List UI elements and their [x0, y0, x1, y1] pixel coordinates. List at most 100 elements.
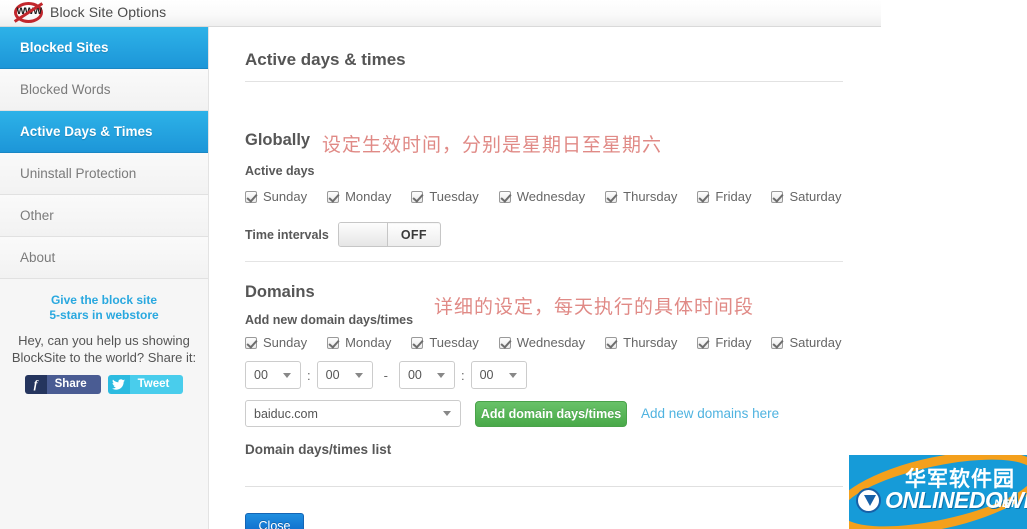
day-label: Wednesday — [516, 335, 586, 350]
sidebar-item-about[interactable]: About — [0, 237, 208, 279]
blocked-www-icon: WWW — [13, 1, 45, 25]
day-checkbox-saturday[interactable]: Saturday — [771, 189, 842, 204]
day-label: Tuesday — [429, 189, 479, 204]
to-minute-select[interactable]: 00 — [470, 361, 527, 389]
section-divider-2 — [245, 486, 843, 487]
checkbox-icon[interactable] — [605, 190, 618, 203]
section-divider-1 — [245, 261, 843, 262]
domain-day-checkbox-saturday[interactable]: Saturday — [771, 335, 842, 350]
sidebar-item-blocked-words[interactable]: Blocked Words — [0, 69, 208, 111]
sidebar-item-other[interactable]: Other — [0, 195, 208, 237]
toggle-state-label: OFF — [400, 227, 427, 242]
checkbox-icon[interactable] — [771, 190, 784, 203]
chevron-down-icon — [354, 372, 363, 378]
checkbox-icon[interactable] — [697, 336, 710, 349]
twitter-tweet-button[interactable]: Tweet — [107, 375, 184, 394]
domain-day-checkbox-wednesday[interactable]: Wednesday — [498, 335, 586, 350]
checkbox-icon[interactable] — [411, 190, 424, 203]
to-hour-value: 00 — [407, 368, 422, 382]
from-hour-select[interactable]: 00 — [245, 361, 301, 389]
domain-day-checkbox-monday[interactable]: Monday — [327, 335, 391, 350]
domain-select-value: baiduc.com — [254, 406, 318, 421]
checkbox-icon[interactable] — [498, 190, 511, 203]
rate-link-line-1: Give the block site — [50, 293, 158, 307]
sidebar-item-uninstall-protection[interactable]: Uninstall Protection — [0, 153, 208, 195]
domain-day-checkbox-tuesday[interactable]: Tuesday — [411, 335, 479, 350]
day-label: Saturday — [789, 189, 842, 204]
facebook-icon: f — [24, 375, 47, 394]
domain-select[interactable]: baiduc.com — [245, 400, 461, 427]
annotation-domains: 详细的设定，每天执行的具体时间段 — [434, 296, 755, 318]
rate-link-line-2: 5-stars in webstore — [49, 308, 159, 322]
checkbox-icon[interactable] — [327, 190, 340, 203]
checkbox-icon[interactable] — [605, 336, 618, 349]
day-checkbox-thursday[interactable]: Thursday — [605, 189, 677, 204]
toggle-knob[interactable] — [338, 223, 388, 246]
checkbox-icon[interactable] — [411, 336, 424, 349]
add-new-domains-link[interactable]: Add new domains here — [641, 406, 779, 421]
content-panel: Active days & times Globally 设定生效时间，分别是星… — [210, 27, 881, 529]
day-label: Sunday — [263, 335, 308, 350]
from-minute-select[interactable]: 00 — [316, 361, 373, 389]
facebook-share-button[interactable]: f Share — [24, 375, 101, 394]
day-checkbox-sunday[interactable]: Sunday — [245, 189, 307, 204]
day-label: Friday — [715, 335, 752, 350]
checkbox-icon[interactable] — [498, 336, 511, 349]
day-checkbox-tuesday[interactable]: Tuesday — [411, 189, 479, 204]
domains-heading: Domains — [245, 283, 315, 301]
sidebar-item-blocked-sites[interactable]: Blocked Sites — [0, 27, 208, 69]
chevron-down-icon — [443, 411, 451, 416]
domain-day-checkbox-thursday[interactable]: Thursday — [605, 335, 677, 350]
domain-day-checkbox-sunday[interactable]: Sunday — [245, 335, 307, 350]
to-hour-select[interactable]: 00 — [398, 361, 455, 389]
facebook-share-label: Share — [46, 375, 101, 394]
checkbox-icon[interactable] — [245, 336, 257, 349]
checkbox-icon[interactable] — [245, 190, 257, 203]
day-checkbox-wednesday[interactable]: Wednesday — [498, 189, 585, 204]
sidebar: Blocked Sites Blocked Words Active Days … — [0, 27, 209, 529]
checkbox-icon[interactable] — [327, 336, 340, 349]
sidebar-item-label: Blocked Sites — [20, 40, 109, 55]
day-checkbox-friday[interactable]: Friday — [697, 189, 751, 204]
sidebar-item-label: About — [20, 250, 56, 265]
day-label: Friday — [715, 189, 752, 204]
share-buttons: f Share Tweet — [10, 375, 198, 394]
domain-list-heading: Domain days/times list — [245, 442, 392, 457]
day-label: Sunday — [263, 189, 308, 204]
active-days-label: Active days — [245, 164, 315, 178]
time-colon-1: : — [307, 367, 311, 383]
checkbox-icon[interactable] — [697, 190, 710, 203]
close-button[interactable]: Close — [245, 513, 304, 529]
sidebar-item-active-days-times[interactable]: Active Days & Times — [0, 111, 208, 153]
title-divider — [245, 81, 843, 82]
global-day-checkbox-group: Sunday Monday Tuesday Wednesday Thursday… — [245, 189, 842, 204]
day-label: Saturday — [789, 335, 842, 350]
domain-day-checkbox-group: Sunday Monday Tuesday Wednesday Thursday… — [245, 335, 842, 350]
options-window: WWW Block Site Options Blocked Sites Blo… — [0, 0, 881, 529]
checkbox-icon[interactable] — [771, 336, 784, 349]
twitter-tweet-label: Tweet — [129, 375, 184, 394]
day-label: Monday — [345, 189, 392, 204]
to-minute-value: 00 — [479, 368, 494, 382]
promo-text: Hey, can you help us showing BlockSite t… — [11, 333, 197, 365]
page-title: Block Site Options — [50, 4, 167, 20]
day-label: Thursday — [623, 189, 678, 204]
add-domain-days-times-button[interactable]: Add domain days/times — [475, 400, 627, 427]
rate-webstore-link[interactable]: Give the block site 5-stars in webstore — [10, 293, 198, 323]
window-header: WWW Block Site Options — [0, 0, 881, 27]
day-label: Tuesday — [429, 335, 479, 350]
sidebar-item-label: Active Days & Times — [20, 124, 153, 139]
globally-heading: Globally — [245, 131, 311, 149]
domain-day-checkbox-friday[interactable]: Friday — [697, 335, 751, 350]
time-range-dash: - — [383, 367, 388, 383]
domain-selection-row: baiduc.com Add domain days/times Add new… — [245, 400, 779, 427]
time-intervals-toggle[interactable]: OFF — [337, 222, 441, 247]
day-checkbox-monday[interactable]: Monday — [327, 189, 391, 204]
content-title: Active days & times — [245, 50, 406, 69]
time-intervals-label: Time intervals — [245, 227, 329, 242]
sidebar-item-label: Other — [20, 208, 54, 223]
time-intervals-row: Time intervals OFF — [245, 222, 441, 247]
sidebar-item-label: Uninstall Protection — [20, 166, 137, 181]
day-label: Monday — [345, 335, 392, 350]
annotation-globally: 设定生效时间，分别是星期日至星期六 — [322, 134, 663, 156]
